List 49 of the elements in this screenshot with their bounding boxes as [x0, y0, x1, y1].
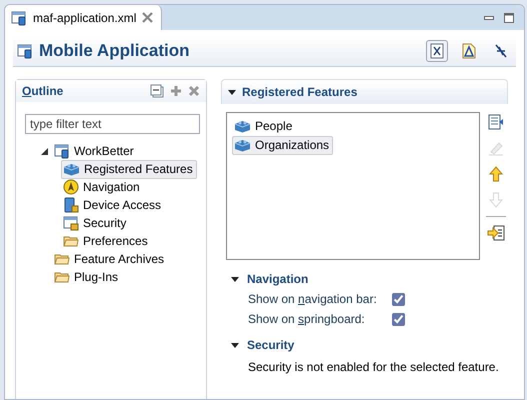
file-icon	[11, 10, 27, 26]
tree-item[interactable]: Device Access	[61, 196, 166, 214]
app-window-icon	[17, 43, 33, 59]
tree-item[interactable]: Security	[61, 214, 130, 232]
tree-item[interactable]: Plug-Ins	[52, 268, 122, 286]
add-icon[interactable]	[170, 85, 182, 97]
phone-lock-icon	[63, 197, 79, 213]
collapse-all-icon[interactable]	[150, 84, 164, 98]
option-label: Show on navigation bar:	[248, 292, 378, 306]
folder-icon	[63, 234, 79, 248]
app-window-icon	[54, 143, 70, 159]
window-lock-icon	[63, 215, 79, 231]
xml-document-icon[interactable]	[426, 40, 448, 62]
blocks-icon	[63, 162, 80, 176]
maximize-icon[interactable]	[504, 12, 514, 22]
up-arrow-icon[interactable]	[486, 164, 506, 184]
checkbox[interactable]	[392, 312, 405, 326]
tree-item[interactable]: Navigation	[61, 178, 144, 196]
folder-icon	[54, 252, 70, 266]
info-message: Security is not enabled for the selected feature.	[247, 359, 500, 374]
delete-icon[interactable]	[188, 85, 200, 97]
list-item[interactable]: Organizations	[232, 136, 334, 154]
expand-triangle-icon[interactable]	[40, 148, 48, 154]
minimize-icon[interactable]	[484, 16, 494, 20]
page-title: Mobile Application	[39, 41, 190, 61]
section-header[interactable]: Registered Features	[221, 79, 508, 104]
caret-icon[interactable]	[231, 275, 239, 283]
caret-icon[interactable]	[231, 341, 239, 349]
folder-icon	[54, 270, 70, 284]
close-icon[interactable]	[142, 12, 154, 23]
compass-icon	[63, 179, 79, 195]
tree-item[interactable]: Preferences	[61, 232, 152, 250]
blocks-icon	[234, 119, 251, 133]
caret-icon[interactable]	[228, 88, 236, 96]
filter-field[interactable]: type filter text	[25, 114, 200, 134]
tree-item[interactable]: Feature Archives	[52, 250, 168, 268]
import-icon[interactable]	[486, 223, 506, 243]
panel-title: Outline	[22, 84, 64, 98]
blocks-icon	[234, 138, 251, 152]
checkbox[interactable]	[392, 292, 405, 306]
tree-item[interactable]: WorkBetter	[52, 142, 138, 160]
editor-tab[interactable]: maf-application.xml	[5, 5, 162, 30]
add-list-icon[interactable]	[486, 112, 506, 132]
section-title: Navigation	[247, 272, 308, 286]
list-item[interactable]: People	[232, 116, 296, 136]
feature-list[interactable]: People Organizations	[226, 112, 480, 260]
tree-item[interactable]: Registered Features	[61, 160, 197, 178]
section-title: Security	[247, 338, 294, 352]
option-label: Show on springboard:	[248, 312, 366, 326]
